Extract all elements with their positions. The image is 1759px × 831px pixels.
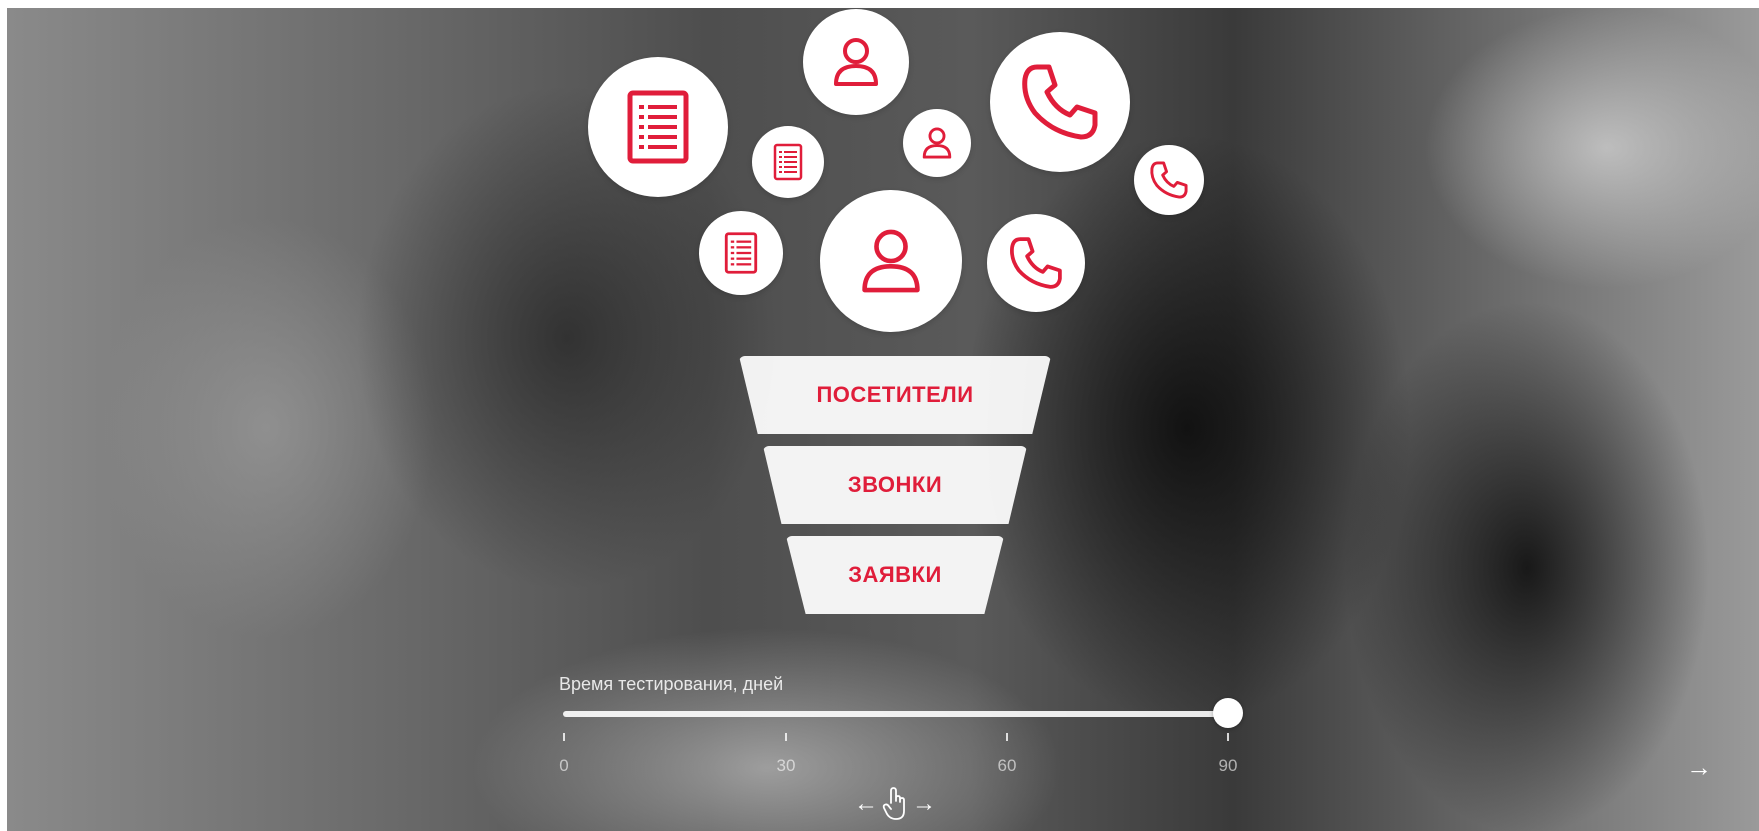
tick-mark-60 bbox=[1006, 733, 1008, 741]
bubble-document-large bbox=[588, 57, 728, 197]
person-icon bbox=[922, 127, 952, 159]
tick-label-0[interactable]: 0 bbox=[544, 756, 584, 776]
person-icon bbox=[834, 38, 878, 86]
funnel-requests: ЗАЯВКИ bbox=[786, 536, 1004, 614]
funnel-calls: ЗВОНКИ bbox=[763, 446, 1027, 524]
person-icon bbox=[862, 229, 920, 293]
tick-label-90[interactable]: 90 bbox=[1208, 756, 1248, 776]
bubble-person-small bbox=[903, 109, 971, 177]
document-icon bbox=[627, 90, 689, 164]
funnel-visitors-label: ПОСЕТИТЕЛИ bbox=[816, 382, 974, 407]
tick-mark-30 bbox=[785, 733, 787, 741]
swipe-right-arrow-icon: → bbox=[912, 790, 936, 817]
bubble-phone-medium bbox=[987, 214, 1085, 312]
bubble-document-small bbox=[752, 126, 824, 198]
hand-pointer-icon bbox=[882, 787, 905, 820]
slider-label: Время тестирования, дней bbox=[559, 674, 784, 694]
bubble-person-large bbox=[820, 190, 962, 332]
tick-mark-90 bbox=[1227, 733, 1229, 741]
slider-thumb[interactable] bbox=[1213, 698, 1243, 728]
phone-icon bbox=[1150, 161, 1188, 199]
funnel-requests-label: ЗАЯВКИ bbox=[848, 562, 942, 587]
bubble-phone-small bbox=[1134, 145, 1204, 215]
swipe-left-arrow-icon: ← bbox=[854, 790, 878, 817]
bubble-person-top bbox=[803, 9, 909, 115]
phone-icon bbox=[1010, 237, 1062, 289]
tick-label-30[interactable]: 30 bbox=[766, 756, 806, 776]
funnel-visitors: ПОСЕТИТЕЛИ bbox=[739, 356, 1051, 434]
bubble-phone-large bbox=[990, 32, 1130, 172]
document-icon bbox=[724, 232, 758, 274]
tick-mark-0 bbox=[563, 733, 565, 741]
funnel-calls-label: ЗВОНКИ bbox=[847, 472, 943, 497]
bubble-document-medium bbox=[699, 211, 783, 295]
tick-label-60[interactable]: 60 bbox=[987, 756, 1027, 776]
swipe-hint: ← → bbox=[850, 784, 940, 824]
document-icon bbox=[773, 143, 803, 181]
next-arrow-icon[interactable]: → bbox=[1684, 752, 1714, 782]
phone-icon bbox=[1022, 64, 1098, 140]
slider-track[interactable] bbox=[563, 711, 1229, 717]
